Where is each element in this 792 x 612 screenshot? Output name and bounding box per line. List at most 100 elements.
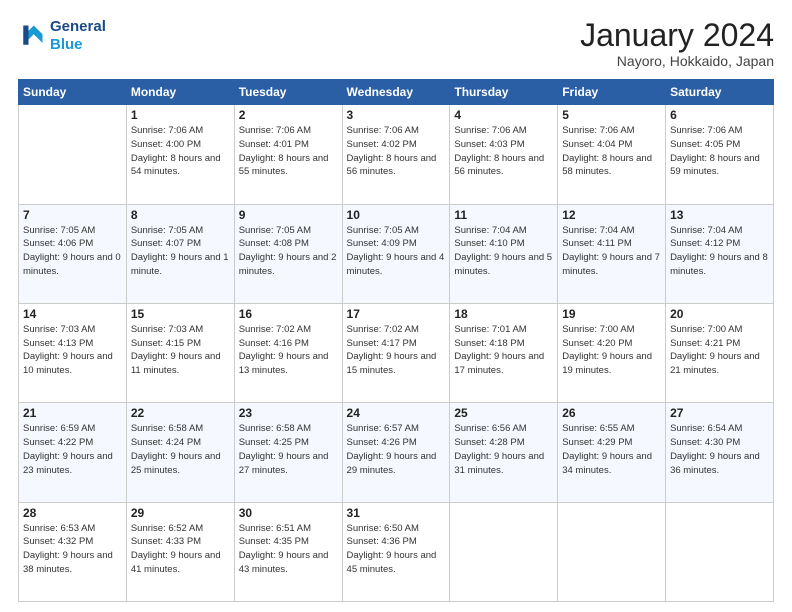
day-info: Sunrise: 7:06 AMSunset: 4:01 PMDaylight:… [239, 124, 338, 179]
day-info: Sunrise: 7:03 AMSunset: 4:15 PMDaylight:… [131, 323, 230, 378]
day-number: 27 [670, 406, 769, 420]
day-number: 13 [670, 208, 769, 222]
day-number: 11 [454, 208, 553, 222]
logo-icon [18, 22, 46, 50]
day-number: 31 [347, 506, 446, 520]
day-number: 20 [670, 307, 769, 321]
calendar-cell [666, 502, 774, 601]
title-area: January 2024 Nayoro, Hokkaido, Japan [580, 18, 774, 69]
calendar-week-3: 14Sunrise: 7:03 AMSunset: 4:13 PMDayligh… [19, 303, 774, 402]
header: General Blue January 2024 Nayoro, Hokkai… [18, 18, 774, 69]
calendar-table: SundayMondayTuesdayWednesdayThursdayFrid… [18, 79, 774, 602]
day-number: 10 [347, 208, 446, 222]
calendar-cell: 26Sunrise: 6:55 AMSunset: 4:29 PMDayligh… [558, 403, 666, 502]
day-info: Sunrise: 7:03 AMSunset: 4:13 PMDaylight:… [23, 323, 122, 378]
calendar-cell: 3Sunrise: 7:06 AMSunset: 4:02 PMDaylight… [342, 105, 450, 204]
day-number: 15 [131, 307, 230, 321]
weekday-header-row: SundayMondayTuesdayWednesdayThursdayFrid… [19, 80, 774, 105]
day-info: Sunrise: 6:50 AMSunset: 4:36 PMDaylight:… [347, 522, 446, 577]
calendar-cell: 23Sunrise: 6:58 AMSunset: 4:25 PMDayligh… [234, 403, 342, 502]
day-info: Sunrise: 6:56 AMSunset: 4:28 PMDaylight:… [454, 422, 553, 477]
day-number: 19 [562, 307, 661, 321]
calendar-cell: 15 Sunrise: 7:03 AMSunset: 4:15 PMDayligh… [126, 303, 234, 402]
calendar-week-1: 1 Sunrise: 7:06 AMSunset: 4:00 PMDaylight… [19, 105, 774, 204]
location-subtitle: Nayoro, Hokkaido, Japan [580, 53, 774, 69]
day-number: 6 [670, 108, 769, 122]
calendar-cell: 1 Sunrise: 7:06 AMSunset: 4:00 PMDaylight… [126, 105, 234, 204]
day-number: 23 [239, 406, 338, 420]
calendar-cell: 14Sunrise: 7:03 AMSunset: 4:13 PMDayligh… [19, 303, 127, 402]
weekday-header-thursday: Thursday [450, 80, 558, 105]
calendar-cell: 21 Sunrise: 6:59 AMSunset: 4:22 PMDayligh… [19, 403, 127, 502]
day-info: Sunrise: 7:00 AMSunset: 4:20 PMDaylight:… [562, 323, 661, 378]
day-info: Sunrise: 6:52 AMSunset: 4:33 PMDaylight:… [131, 522, 230, 577]
calendar-cell: 24 Sunrise: 6:57 AMSunset: 4:26 PMDayligh… [342, 403, 450, 502]
weekday-header-friday: Friday [558, 80, 666, 105]
calendar-cell [450, 502, 558, 601]
day-info: Sunrise: 6:51 AMSunset: 4:35 PMDaylight:… [239, 522, 338, 577]
day-number: 25 [454, 406, 553, 420]
weekday-header-sunday: Sunday [19, 80, 127, 105]
day-info: Sunrise: 7:06 AMSunset: 4:03 PMDaylight:… [454, 124, 553, 179]
calendar-cell: 9 Sunrise: 7:05 AMSunset: 4:08 PMDaylight… [234, 204, 342, 303]
day-number: 17 [347, 307, 446, 321]
day-number: 18 [454, 307, 553, 321]
calendar-week-5: 28 Sunrise: 6:53 AMSunset: 4:32 PMDayligh… [19, 502, 774, 601]
day-info: Sunrise: 7:04 AMSunset: 4:11 PMDaylight:… [562, 224, 661, 279]
day-number: 21 [23, 406, 122, 420]
day-info: Sunrise: 7:05 AMSunset: 4:06 PMDaylight:… [23, 224, 122, 279]
calendar-cell: 2 Sunrise: 7:06 AMSunset: 4:01 PMDaylight… [234, 105, 342, 204]
calendar-cell: 4 Sunrise: 7:06 AMSunset: 4:03 PMDaylight… [450, 105, 558, 204]
day-number: 1 [131, 108, 230, 122]
day-number: 5 [562, 108, 661, 122]
day-info: Sunrise: 7:05 AMSunset: 4:07 PMDaylight:… [131, 224, 230, 279]
day-number: 7 [23, 208, 122, 222]
day-info: Sunrise: 7:06 AMSunset: 4:00 PMDaylight:… [131, 124, 230, 179]
weekday-header-tuesday: Tuesday [234, 80, 342, 105]
day-number: 9 [239, 208, 338, 222]
calendar-cell: 7 Sunrise: 7:05 AMSunset: 4:06 PMDaylight… [19, 204, 127, 303]
calendar-cell: 27 Sunrise: 6:54 AMSunset: 4:30 PMDayligh… [666, 403, 774, 502]
calendar-cell: 28 Sunrise: 6:53 AMSunset: 4:32 PMDayligh… [19, 502, 127, 601]
day-number: 24 [347, 406, 446, 420]
day-number: 4 [454, 108, 553, 122]
day-number: 28 [23, 506, 122, 520]
day-info: Sunrise: 7:05 AMSunset: 4:09 PMDaylight:… [347, 224, 446, 279]
calendar-cell: 30Sunrise: 6:51 AMSunset: 4:35 PMDayligh… [234, 502, 342, 601]
day-number: 22 [131, 406, 230, 420]
calendar-cell: 29 Sunrise: 6:52 AMSunset: 4:33 PMDayligh… [126, 502, 234, 601]
weekday-header-monday: Monday [126, 80, 234, 105]
day-number: 8 [131, 208, 230, 222]
calendar-cell: 31 Sunrise: 6:50 AMSunset: 4:36 PMDayligh… [342, 502, 450, 601]
day-info: Sunrise: 7:01 AMSunset: 4:18 PMDaylight:… [454, 323, 553, 378]
calendar-cell: 17 Sunrise: 7:02 AMSunset: 4:17 PMDayligh… [342, 303, 450, 402]
day-info: Sunrise: 6:54 AMSunset: 4:30 PMDaylight:… [670, 422, 769, 477]
calendar-cell: 5 Sunrise: 7:06 AMSunset: 4:04 PMDaylight… [558, 105, 666, 204]
day-number: 29 [131, 506, 230, 520]
day-info: Sunrise: 7:00 AMSunset: 4:21 PMDaylight:… [670, 323, 769, 378]
day-number: 2 [239, 108, 338, 122]
calendar-cell: 12 Sunrise: 7:04 AMSunset: 4:11 PMDayligh… [558, 204, 666, 303]
logo-text: General Blue [50, 18, 106, 54]
logo-line2: Blue [50, 36, 106, 54]
day-info: Sunrise: 7:04 AMSunset: 4:10 PMDaylight:… [454, 224, 553, 279]
day-info: Sunrise: 7:06 AMSunset: 4:05 PMDaylight:… [670, 124, 769, 179]
calendar-cell: 8 Sunrise: 7:05 AMSunset: 4:07 PMDaylight… [126, 204, 234, 303]
calendar-cell: 18 Sunrise: 7:01 AMSunset: 4:18 PMDayligh… [450, 303, 558, 402]
day-number: 12 [562, 208, 661, 222]
calendar-cell: 13Sunrise: 7:04 AMSunset: 4:12 PMDayligh… [666, 204, 774, 303]
day-info: Sunrise: 6:57 AMSunset: 4:26 PMDaylight:… [347, 422, 446, 477]
page: General Blue January 2024 Nayoro, Hokkai… [0, 0, 792, 612]
day-info: Sunrise: 6:53 AMSunset: 4:32 PMDaylight:… [23, 522, 122, 577]
calendar-cell [19, 105, 127, 204]
calendar-cell: 22Sunrise: 6:58 AMSunset: 4:24 PMDayligh… [126, 403, 234, 502]
day-info: Sunrise: 7:06 AMSunset: 4:04 PMDaylight:… [562, 124, 661, 179]
calendar-week-2: 7 Sunrise: 7:05 AMSunset: 4:06 PMDaylight… [19, 204, 774, 303]
day-info: Sunrise: 7:05 AMSunset: 4:08 PMDaylight:… [239, 224, 338, 279]
day-info: Sunrise: 6:59 AMSunset: 4:22 PMDaylight:… [23, 422, 122, 477]
calendar-cell [558, 502, 666, 601]
calendar-cell: 16Sunrise: 7:02 AMSunset: 4:16 PMDayligh… [234, 303, 342, 402]
calendar-cell: 6 Sunrise: 7:06 AMSunset: 4:05 PMDaylight… [666, 105, 774, 204]
day-info: Sunrise: 7:02 AMSunset: 4:17 PMDaylight:… [347, 323, 446, 378]
calendar-week-4: 21 Sunrise: 6:59 AMSunset: 4:22 PMDayligh… [19, 403, 774, 502]
